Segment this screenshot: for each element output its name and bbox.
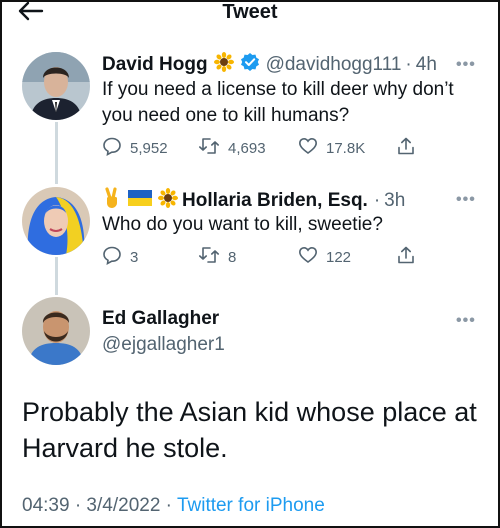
retweet-button[interactable]: 8 — [198, 245, 236, 269]
reply-count: 5,952 — [130, 139, 168, 157]
tweet-time[interactable]: 3h — [384, 190, 405, 212]
heart-icon — [298, 136, 326, 160]
author-name[interactable]: Ed Gallagher — [102, 308, 219, 330]
heart-icon — [298, 245, 326, 269]
tweet-source-link[interactable]: Twitter for iPhone — [177, 495, 325, 516]
sunflower-emoji — [158, 188, 178, 213]
tweet-header: David Hogg @davidhogg111 · 4h — [102, 52, 437, 77]
main-tweet-text: Probably the Asian kid whose place at Ha… — [22, 397, 477, 463]
verified-badge-icon — [240, 52, 260, 77]
tweet-actions: 3 8 122 — [102, 245, 422, 269]
tweet-text-line: If you need a license to kill deer why d… — [102, 79, 454, 100]
tweet-actions: 5,952 4,693 17.8K — [102, 136, 422, 160]
share-button[interactable] — [396, 136, 424, 160]
more-dots-icon[interactable]: ••• — [456, 312, 476, 330]
reply-button[interactable]: 3 — [102, 245, 138, 269]
avatar[interactable] — [22, 187, 90, 255]
tweet-text: If you need a license to kill deer why d… — [102, 77, 482, 129]
retweet-count: 8 — [228, 248, 237, 266]
retweet-button[interactable]: 4,693 — [198, 136, 266, 160]
tweet-date[interactable]: 04:39 · 3/4/2022 · — [22, 495, 177, 516]
author-name[interactable]: Hollaria Briden, Esq. — [182, 190, 368, 212]
tweet-time[interactable]: 4h — [416, 54, 437, 76]
like-count: 17.8K — [326, 139, 366, 157]
thread-connector — [55, 122, 58, 184]
reply-icon — [102, 136, 130, 160]
more-dots-icon[interactable]: ••• — [456, 56, 476, 74]
tweet-header: Ed Gallagher — [102, 308, 219, 330]
tweet-meta: 04:39 · 3/4/2022 · Twitter for iPhone — [22, 495, 325, 517]
reply-icon — [102, 245, 130, 269]
author-handle[interactable]: @davidhogg111 — [266, 54, 402, 76]
tweet-header: Hollaria Briden, Esq. · 3h — [102, 187, 405, 214]
page-title: Tweet — [222, 1, 278, 23]
more-dots-icon[interactable]: ••• — [456, 191, 476, 209]
separator-dot: · — [373, 189, 381, 211]
share-icon — [396, 245, 424, 269]
retweet-icon — [198, 136, 228, 160]
like-button[interactable]: 122 — [298, 245, 351, 269]
retweet-icon — [198, 245, 228, 269]
like-button[interactable]: 17.8K — [298, 136, 365, 160]
author-handle[interactable]: @ejgallagher1 — [102, 334, 225, 356]
victory-hand-emoji — [102, 187, 122, 214]
avatar[interactable] — [22, 52, 90, 120]
ukraine-flag-emoji — [128, 190, 152, 211]
sunflower-emoji — [213, 52, 234, 77]
separator-dot: · — [405, 53, 412, 75]
tweet-header: @ejgallagher1 — [102, 334, 225, 356]
author-name[interactable]: David Hogg — [102, 54, 208, 76]
thread-connector — [55, 257, 58, 295]
tweet-text-line: you need one to kill humans? — [102, 105, 350, 126]
retweet-count: 4,693 — [228, 139, 266, 157]
share-icon — [396, 136, 424, 160]
top-bar: Tweet — [2, 0, 498, 30]
avatar[interactable] — [22, 297, 90, 365]
tweet-text: Who do you want to kill, sweetie? — [102, 214, 383, 235]
reply-button[interactable]: 5,952 — [102, 136, 168, 160]
reply-count: 3 — [130, 248, 139, 266]
share-button[interactable] — [396, 245, 424, 269]
like-count: 122 — [326, 248, 352, 266]
